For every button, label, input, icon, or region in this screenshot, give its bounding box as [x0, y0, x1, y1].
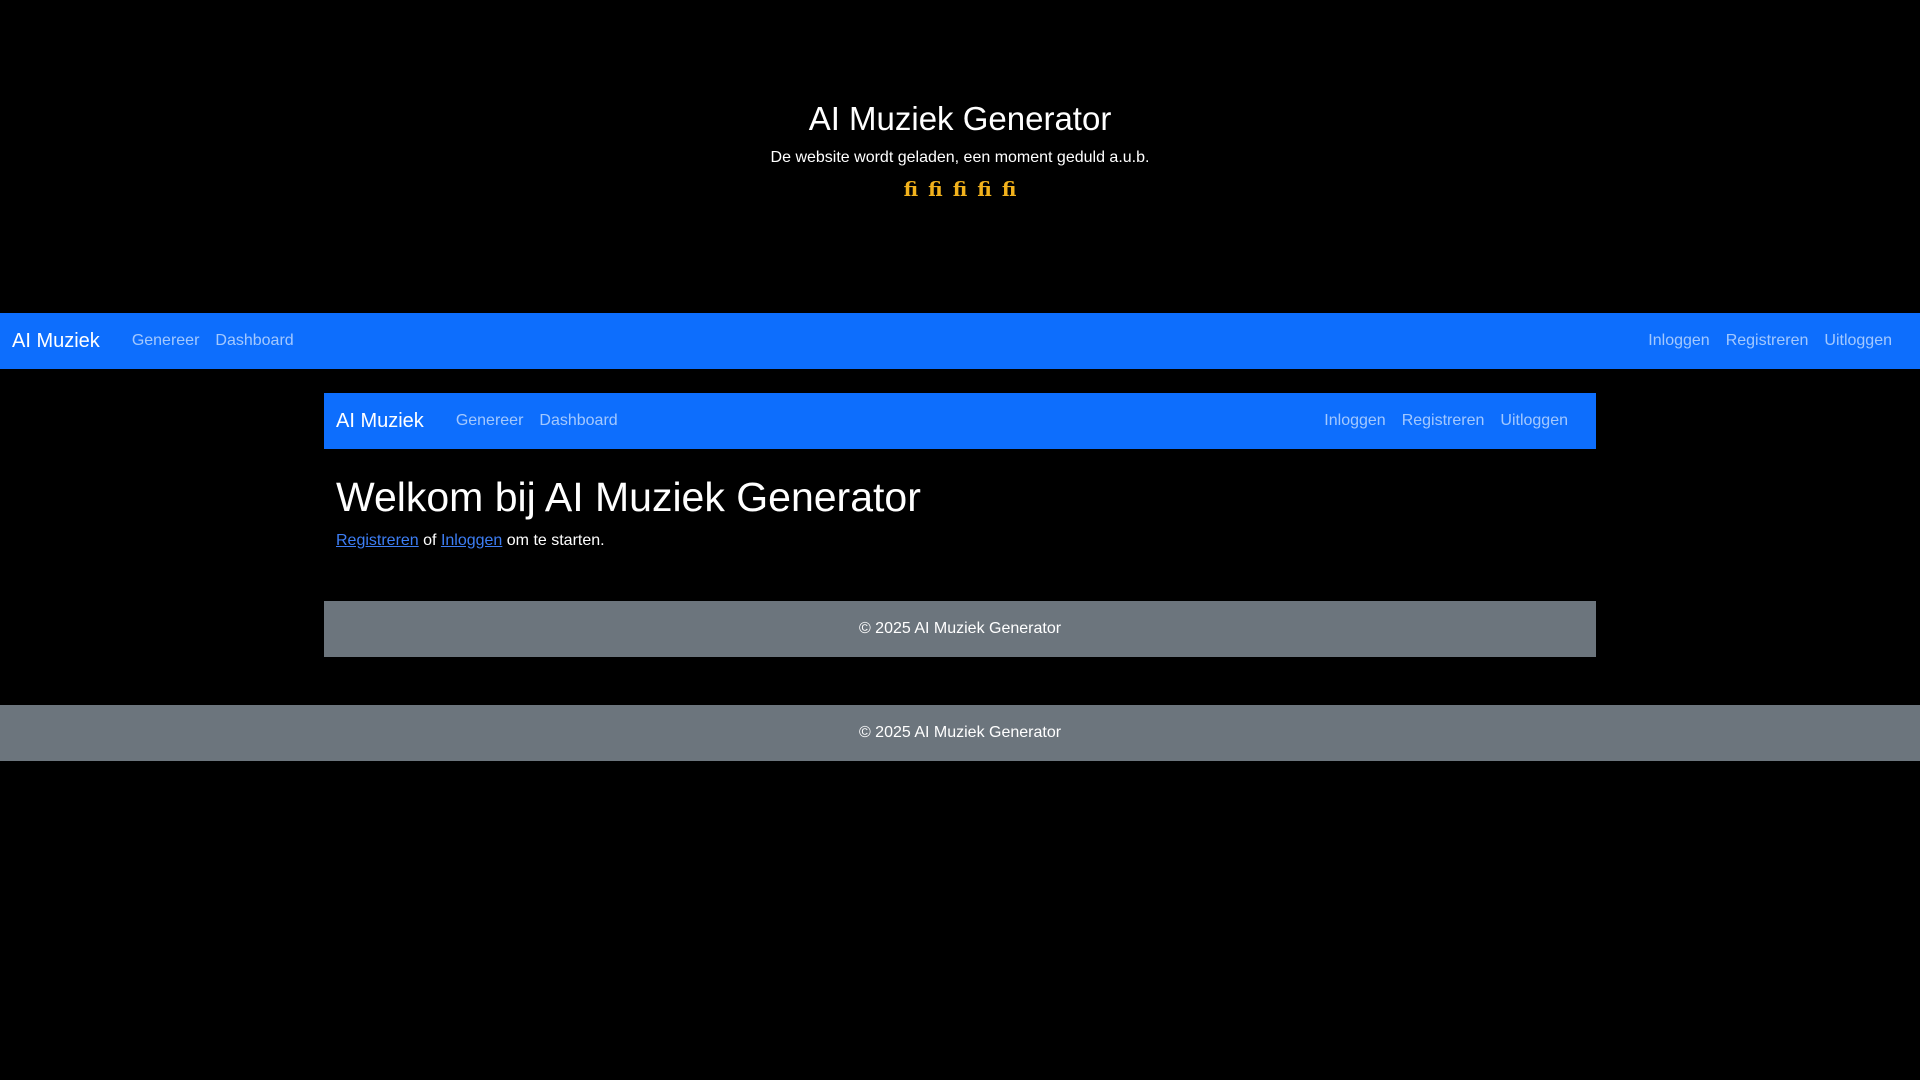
music-note-icon: ﬁ — [977, 177, 992, 201]
navbar-right: Inloggen Registreren Uitloggen — [1640, 332, 1908, 350]
loader-subtitle: De website wordt geladen, een moment ged… — [770, 149, 1150, 166]
navbar-left: AI Muziek Genereer Dashboard — [12, 330, 302, 353]
music-note-icon: ﬁ — [1001, 177, 1017, 201]
navbar-brand[interactable]: AI Muziek — [336, 410, 424, 433]
navbar-left: AI Muziek Genereer Dashboard — [336, 410, 626, 433]
nav-link-inloggen[interactable]: Inloggen — [1640, 332, 1717, 350]
nav-link-registreren[interactable]: Registreren — [1394, 412, 1493, 430]
page: AI Muziek Generator De website wordt gel… — [0, 0, 1920, 1080]
footer-copyright: © 2025 AI Muziek Generator — [858, 620, 1062, 637]
or-text: of — [418, 532, 441, 549]
footer-full-width: © 2025 AI Muziek Generator — [0, 705, 1920, 761]
nav-link-genereer[interactable]: Genereer — [448, 412, 532, 430]
nav-link-inloggen[interactable]: Inloggen — [1316, 412, 1393, 430]
music-notes-animation: ﬁﬁﬁﬁﬁ — [0, 174, 1920, 204]
footer-container: © 2025 AI Muziek Generator — [324, 601, 1596, 657]
music-note-icon: ﬁ — [952, 177, 968, 201]
page-title: Welkom bij AI Muziek Generator — [336, 474, 921, 520]
music-note-icon: ﬁ — [928, 177, 943, 201]
footer-copyright: © 2025 AI Muziek Generator — [858, 724, 1062, 741]
navbar-right: Inloggen Registreren Uitloggen — [1316, 412, 1584, 430]
navbar-full-width: AI Muziek Genereer Dashboard Inloggen Re… — [0, 313, 1920, 369]
welcome-text: Registreren of Inloggen om te starten. — [336, 530, 605, 552]
music-note-icon: ﬁ — [903, 177, 919, 201]
register-link[interactable]: Registreren — [336, 532, 419, 549]
nav-link-registreren[interactable]: Registreren — [1718, 332, 1817, 350]
loader-title: AI Muziek Generator — [808, 100, 1112, 137]
loading-screen: AI Muziek Generator De website wordt gel… — [0, 0, 1920, 313]
nav-link-dashboard[interactable]: Dashboard — [531, 412, 625, 430]
nav-link-uitloggen[interactable]: Uitloggen — [1492, 412, 1576, 430]
nav-link-uitloggen[interactable]: Uitloggen — [1816, 332, 1900, 350]
nav-link-dashboard[interactable]: Dashboard — [207, 332, 301, 350]
navbar-brand[interactable]: AI Muziek — [12, 330, 100, 353]
nav-link-genereer[interactable]: Genereer — [124, 332, 208, 350]
login-link[interactable]: Inloggen — [441, 532, 502, 549]
start-text: om te starten. — [502, 532, 605, 549]
navbar-container: AI Muziek Genereer Dashboard Inloggen Re… — [324, 393, 1596, 449]
